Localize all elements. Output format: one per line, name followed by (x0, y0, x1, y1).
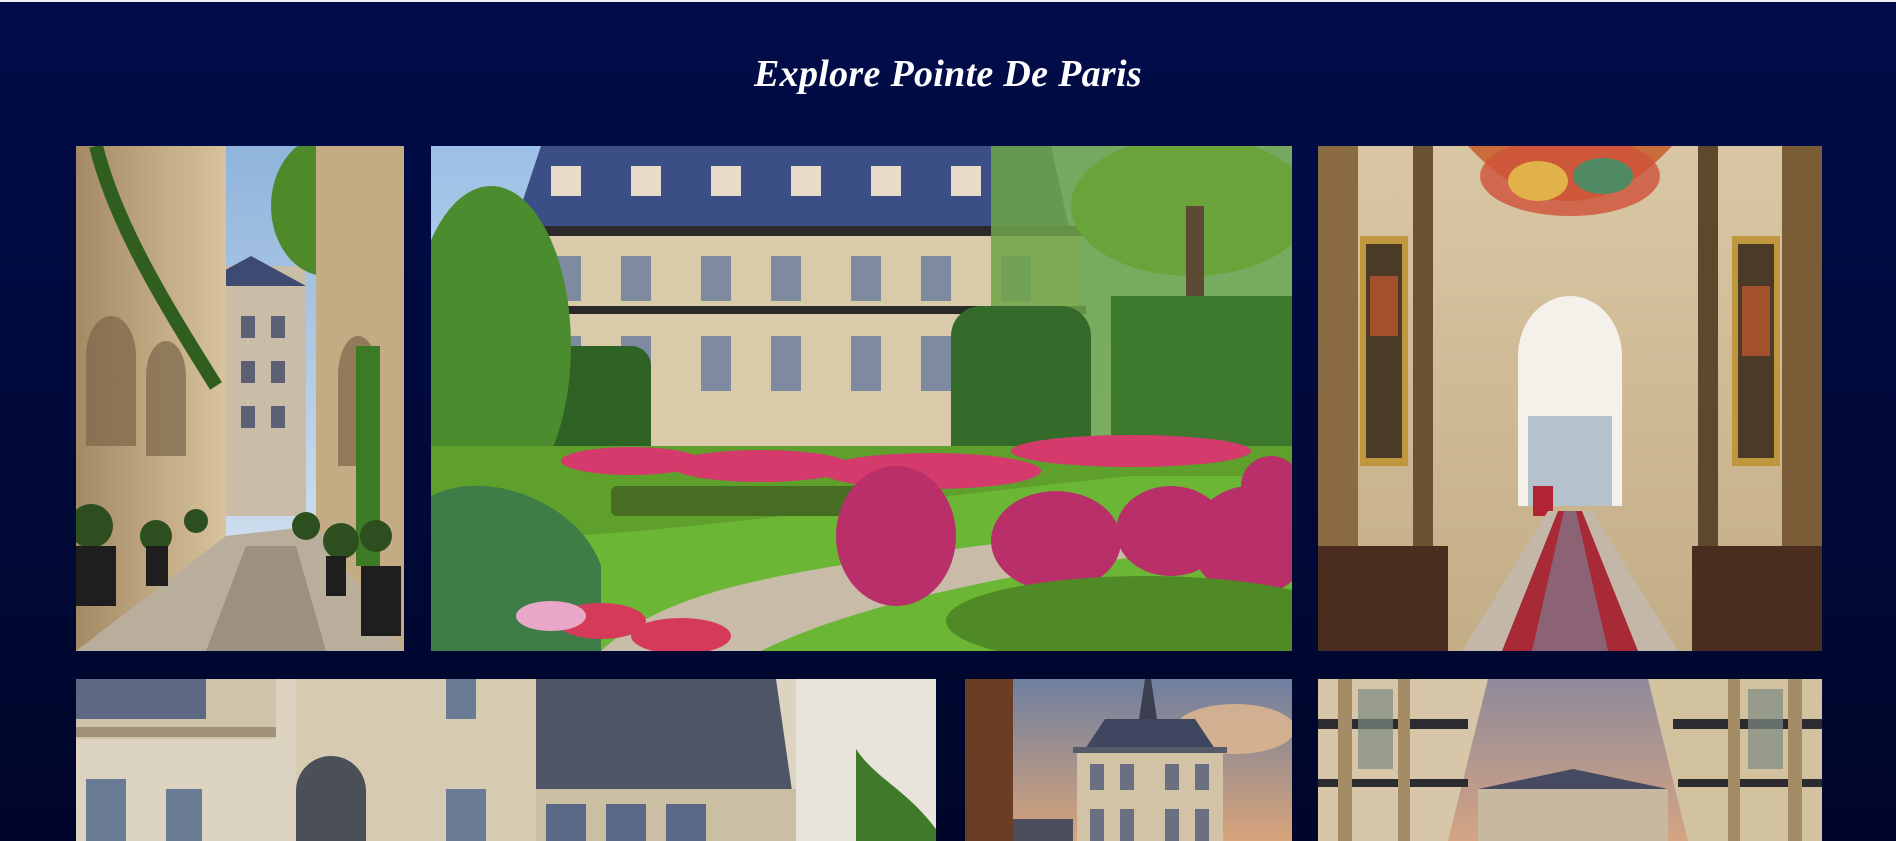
gallery-image-hallway[interactable] (1318, 146, 1822, 651)
top-border (0, 0, 1896, 2)
arcade-passage-image (1318, 679, 1822, 841)
gallery-image-tower[interactable] (965, 679, 1292, 841)
building-facade-image (76, 679, 936, 841)
gallery-image-courtyard[interactable] (76, 146, 404, 651)
gallery-image-arcade[interactable] (1318, 679, 1822, 841)
gallery-hallway-image (1318, 146, 1822, 651)
courtyard-passage-image (76, 146, 404, 651)
page-title: Explore Pointe De Paris (754, 53, 1142, 95)
gallery-image-facade[interactable] (76, 679, 936, 841)
gallery-image-garden[interactable] (431, 146, 1292, 651)
clock-tower-image (965, 679, 1292, 841)
garden-mansion-image (431, 146, 1292, 651)
